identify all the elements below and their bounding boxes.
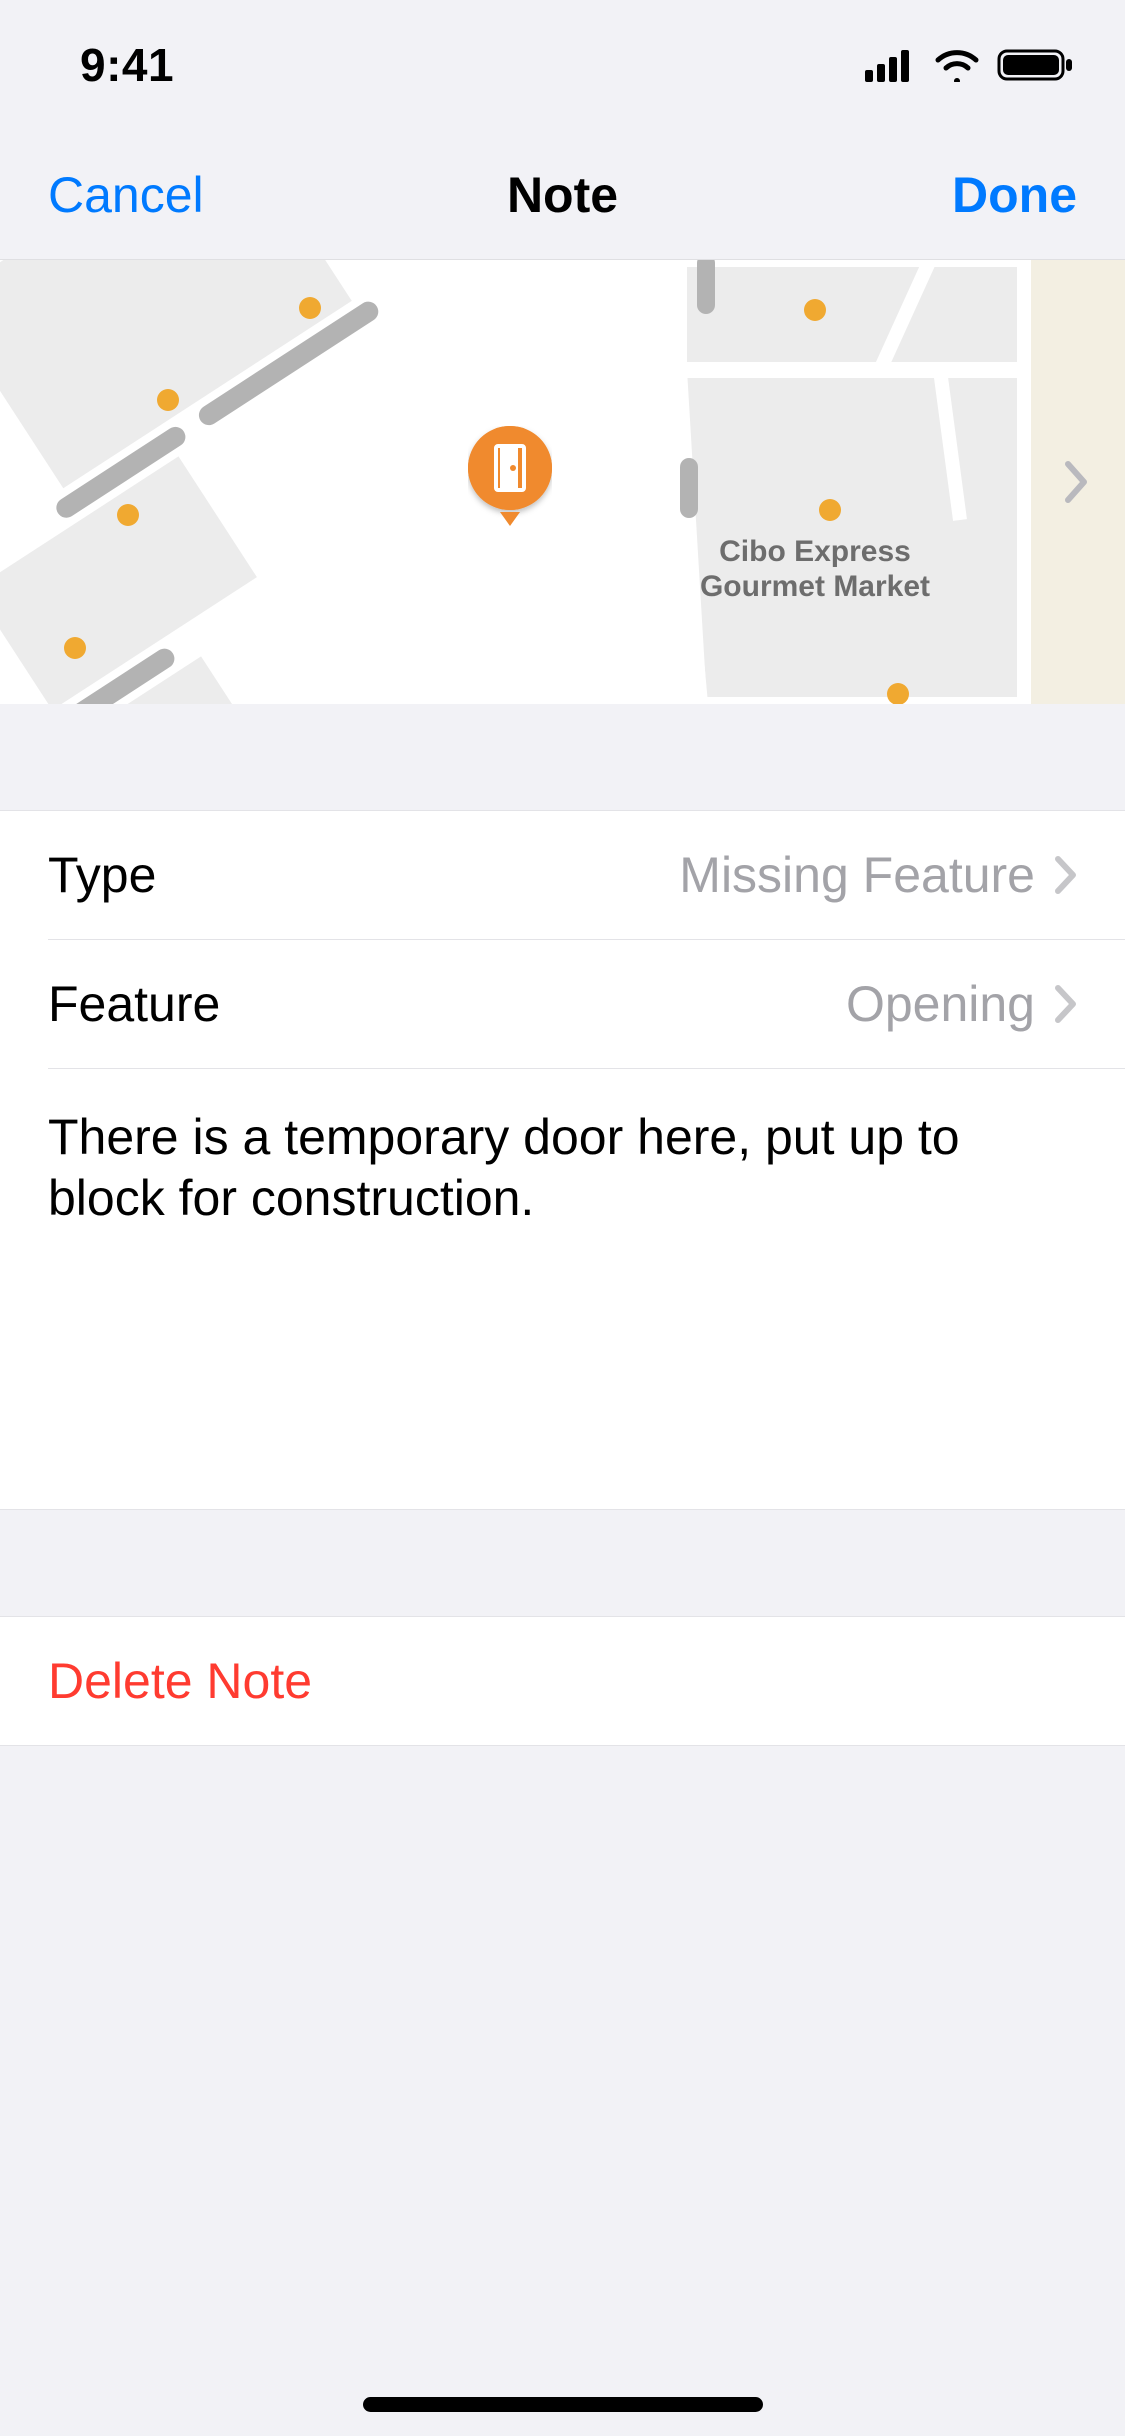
feature-value: Opening	[846, 975, 1035, 1033]
map-marker[interactable]	[468, 426, 552, 533]
wifi-icon	[933, 48, 981, 82]
map-poi-label: Cibo Express Gourmet Market	[665, 535, 965, 604]
note-text-input[interactable]: There is a temporary door here, put up t…	[0, 1069, 1125, 1509]
status-bar: 9:41	[0, 0, 1125, 130]
feature-label: Feature	[48, 975, 220, 1033]
type-row[interactable]: Type Missing Feature	[0, 811, 1125, 939]
section-spacer	[0, 1510, 1125, 1616]
delete-note-button[interactable]: Delete Note	[0, 1617, 1125, 1745]
page-title: Note	[258, 166, 867, 224]
done-button[interactable]: Done	[867, 166, 1077, 224]
chevron-right-icon	[1055, 985, 1077, 1023]
battery-icon	[997, 47, 1075, 83]
feature-row[interactable]: Feature Opening	[0, 940, 1125, 1068]
chevron-right-icon	[1055, 856, 1077, 894]
map-preview[interactable]: Cibo Express Gourmet Market	[0, 260, 1125, 704]
note-details-section: Type Missing Feature Feature Opening The…	[0, 810, 1125, 1510]
nav-bar: Cancel Note Done	[0, 130, 1125, 260]
section-spacer	[0, 704, 1125, 810]
cancel-button[interactable]: Cancel	[48, 166, 258, 224]
delete-section: Delete Note	[0, 1616, 1125, 1746]
cellular-icon	[865, 48, 917, 82]
map-next-button[interactable]	[1064, 460, 1090, 504]
type-value: Missing Feature	[679, 846, 1035, 904]
home-indicator	[363, 2397, 763, 2412]
status-indicators	[865, 47, 1075, 83]
type-label: Type	[48, 846, 156, 904]
status-time: 9:41	[80, 38, 174, 92]
